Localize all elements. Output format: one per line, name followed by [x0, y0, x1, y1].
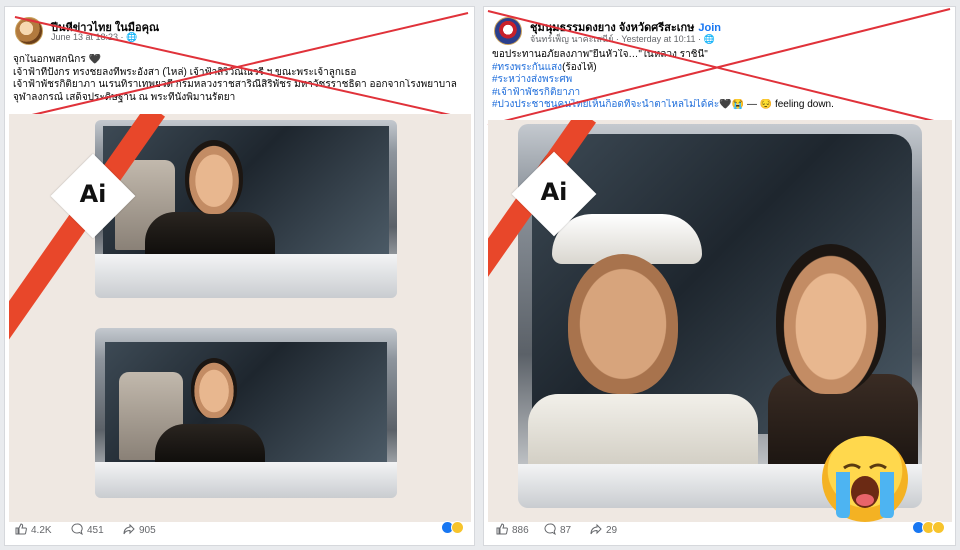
person-body [145, 212, 275, 256]
post-text: ขอประทานอภัยลงภาพ"ยืนหัวใจ…"ในหลวง ราชิน… [492, 49, 947, 112]
hashtag-line: #เจ้าฟ้าพัชรกิติยาภา [492, 87, 947, 100]
post-photo[interactable]: Ai [9, 114, 471, 522]
screenshot-root: ปีนหีข่าวไทย ในมือคุณ June 13 at 18:23 ·… [0, 0, 960, 550]
post-footer: 4.2K 451 905 [13, 521, 466, 539]
hashtag-link[interactable]: #เจ้าฟ้าพัชรกิติยาภา [492, 87, 580, 98]
post-footer: 886 87 29 [492, 521, 947, 539]
person-uniform [528, 394, 758, 474]
like-count: 886 [512, 525, 529, 536]
post-meta[interactable]: จันทร์เพ็ญ นาคะเสนีย์ · Yesterday at 10:… [530, 32, 715, 46]
hashtag-suffix: (ร้องไห้) [562, 61, 597, 73]
comment-icon [544, 523, 556, 536]
share-icon [123, 523, 135, 535]
person-body [155, 424, 265, 464]
crying-face-icon [836, 463, 894, 518]
share-button[interactable]: 29 [590, 523, 617, 536]
car-door [95, 254, 397, 298]
comment-button[interactable]: 87 [544, 523, 571, 536]
post-timestamp[interactable]: June 13 at 18:23 · 🌐 [51, 32, 137, 43]
hashtag-line: #ปวงประชาชนคนไทยเห็นก็อดที่จะน้ำตาไหลไม่… [492, 99, 947, 112]
hashtag-link[interactable]: #ปวงประชาชนคนไทยเห็นก็อดที่จะน้ำตาไหลไม่… [492, 99, 719, 110]
post-header: ปีนหีข่าวไทย ในมือคุณ June 13 at 18:23 ·… [15, 15, 464, 49]
reaction-icons[interactable] [441, 521, 464, 534]
hashtag-line: #ทรงพระกันแสง(ร้องไห้) [492, 62, 947, 75]
like-icon [496, 523, 508, 535]
post-text-line: จุฬาลงกรณ์ เสด็จประดิษฐาน ณ พระที่นั่งพิ… [13, 91, 236, 103]
like-button[interactable]: 4.2K [15, 523, 52, 536]
post-text: จุกในอกพสกนิกร 🖤 เจ้าฟ้าทีปังกร ทรงชยลงท… [13, 54, 466, 104]
share-count: 905 [139, 525, 156, 536]
facebook-post-right: ชุมนุมธรรมดงยาง จังหวัดศรีสะเกษ Join จันท… [483, 6, 956, 546]
car-door [95, 462, 397, 498]
post-intro: ขอประทานอภัยลงภาพ"ยืนหัวใจ…"ในหลวง ราชิน… [492, 49, 708, 60]
reaction-icons[interactable] [912, 521, 945, 534]
car-image-bottom [95, 328, 397, 498]
person-head [185, 140, 243, 214]
page-avatar[interactable] [15, 17, 43, 45]
feeling-text: 🖤😭 — 😔 feeling down. [719, 99, 834, 110]
share-count: 29 [606, 525, 618, 536]
comment-count: 87 [560, 525, 572, 536]
person-head [776, 244, 886, 394]
comment-icon [71, 523, 83, 536]
post-header: ชุมนุมธรรมดงยาง จังหวัดศรีสะเกษ Join จันท… [494, 15, 945, 49]
post-photo[interactable]: Ai [488, 120, 952, 522]
person-head [191, 358, 237, 418]
share-button[interactable]: 905 [123, 523, 156, 536]
care-reaction-icon [932, 521, 945, 534]
like-button[interactable]: 886 [496, 523, 529, 536]
person-head [568, 254, 678, 394]
comment-button[interactable]: 451 [71, 523, 104, 536]
like-icon [15, 523, 27, 535]
post-text-line: จุกในอกพสกนิกร 🖤 [13, 54, 101, 65]
facebook-post-left: ปีนหีข่าวไทย ในมือคุณ June 13 at 18:23 ·… [4, 6, 475, 546]
crying-face-emoji [822, 436, 908, 522]
like-count: 4.2K [31, 525, 52, 536]
group-avatar[interactable] [494, 17, 522, 45]
hashtag-line: #ระหว่างส่งพระศพ [492, 74, 947, 87]
ai-badge-label: Ai [79, 180, 107, 208]
comment-count: 451 [87, 525, 104, 536]
hashtag-link[interactable]: #ระหว่างส่งพระศพ [492, 74, 572, 85]
hashtag-link[interactable]: #ทรงพระกันแสง [492, 62, 562, 73]
post-text-line: เจ้าฟ้าทีปังกร ทรงชยลงที่พระอังสา (ไหล่)… [13, 66, 357, 78]
post-text-line: เจ้าฟ้าพัชรกิติยาภา นเรนทิราเทพยวดี กรมห… [13, 79, 457, 90]
ai-badge-label: Ai [540, 178, 568, 206]
share-icon [590, 523, 602, 535]
sad-reaction-icon [451, 521, 464, 534]
